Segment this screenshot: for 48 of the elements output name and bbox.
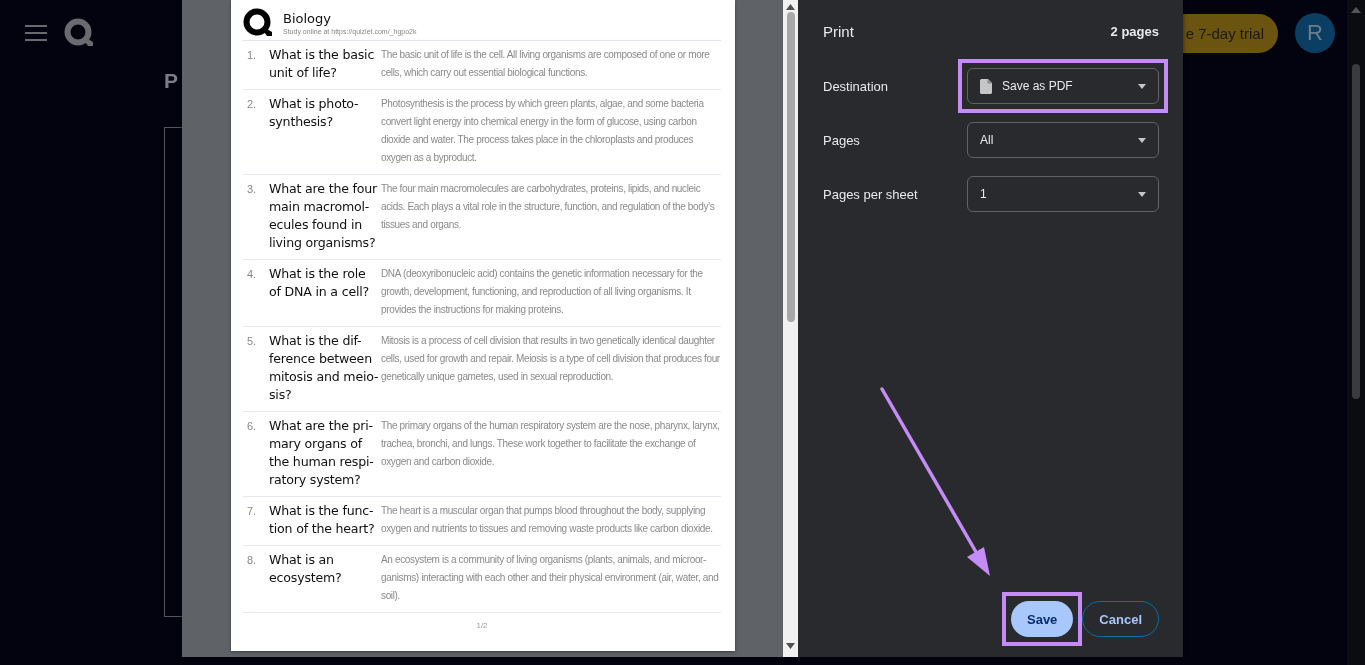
dropdown-caret-icon <box>1138 83 1146 89</box>
page-scrollbar[interactable] <box>1347 0 1365 665</box>
question-text: What is an ecosystem? <box>269 551 343 587</box>
item-number: 6. <box>246 419 258 434</box>
logo-icon <box>243 8 273 38</box>
answer-text: The basic unit of life is the cell. All living organisms are composed of one or more cells, which carry out essential biological functions. <box>381 48 711 80</box>
answer-text: DNA (deoxyribonucleic acid) contains the genetic information necessary for the growth, development, functioning, and reproduction of all living organisms. It provides the instructions for making proteins. <box>381 267 704 317</box>
item-number: 2. <box>246 97 258 112</box>
document-title: Biology <box>283 11 332 26</box>
answer-text: Mitosis is a process of cell division that results in two genetically identical daughter cells, used for growth and repair. Meiosis is a type of cell division that produces four genetically unique gametes, used in sexual reproduction. <box>381 334 721 384</box>
field-label: Pages per sheet <box>823 186 919 202</box>
page-number: 1/2 <box>476 621 488 630</box>
question-text: What is the basic unit of life? <box>269 46 376 82</box>
page-title: P <box>164 68 178 94</box>
question-text: What is the role of DNA in a cell? <box>269 265 371 301</box>
dropdown-caret-icon <box>1138 137 1146 143</box>
item-number: 3. <box>246 182 258 197</box>
question-text: What is the dif-ference between mitosis and meio-sis? <box>269 332 380 404</box>
answer-text: The four main macromolecules are carbohydrates, proteins, lipids, and nucleic acids. Each plays a vital role in the structure, function, and regulation of the body's tissues and organs. <box>381 182 716 232</box>
answer-text: The primary organs of the human respiratory system are the nose, pharynx, larynx, trachea, bronchi, and lungs. These work together to facilitate the exchange of oxygen and carbon dioxide. <box>381 419 721 469</box>
field-label: Destination <box>823 78 890 94</box>
item-number: 4. <box>246 267 258 282</box>
dropdown-caret-icon <box>1138 191 1146 197</box>
question-text: What are the pri-mary organs of the human respi-ratory system? <box>269 417 375 489</box>
print-title: Print <box>823 23 854 40</box>
scroll-up-arrow-icon[interactable] <box>786 4 795 10</box>
document-icon <box>980 78 992 94</box>
item-number: 1. <box>246 48 258 63</box>
answer-text: The heart is a muscular organ that pumps blood throughout the body, supplying oxygen and nutrients to tissues and removing waste products like carbon dioxide. <box>381 504 714 536</box>
scrollbar-thumb[interactable] <box>786 12 795 322</box>
question-text: What is photo-synthesis? <box>269 95 360 131</box>
save-button[interactable]: Save <box>1011 601 1074 637</box>
answer-text: An ecosystem is a community of living organisms (plants, animals, and microor-ganisms) interacting with each other and their physical environment (air, water, and soil). <box>381 553 720 603</box>
dropdown-select[interactable]: 1 <box>967 176 1159 212</box>
field-label: Pages <box>823 132 861 148</box>
item-number: 5. <box>246 334 258 349</box>
logo-icon <box>64 18 94 48</box>
menu-icon[interactable] <box>25 25 47 41</box>
question-text: What are the four main macromol-ecules found in living organisms? <box>269 180 379 252</box>
question-text: What is the func-tion of the heart? <box>269 502 376 538</box>
item-number: 7. <box>246 504 258 519</box>
dropdown-select[interactable]: All <box>967 122 1159 158</box>
item-number: 8. <box>246 553 258 568</box>
scrollbar-thumb[interactable] <box>1352 64 1360 399</box>
answer-text: Photosynthesis is the process by which green plants, algae, and some bacteria convert light energy into chemical energy in the form of glucose, using carbon dioxide and water. The process takes place in the chloroplasts and produces oxygen as a byproduct. <box>381 97 705 165</box>
scroll-down-arrow-icon[interactable] <box>786 643 795 649</box>
dropdown-select[interactable]: Save as PDF <box>967 68 1159 104</box>
preview-scrollbar[interactable] <box>783 0 798 657</box>
